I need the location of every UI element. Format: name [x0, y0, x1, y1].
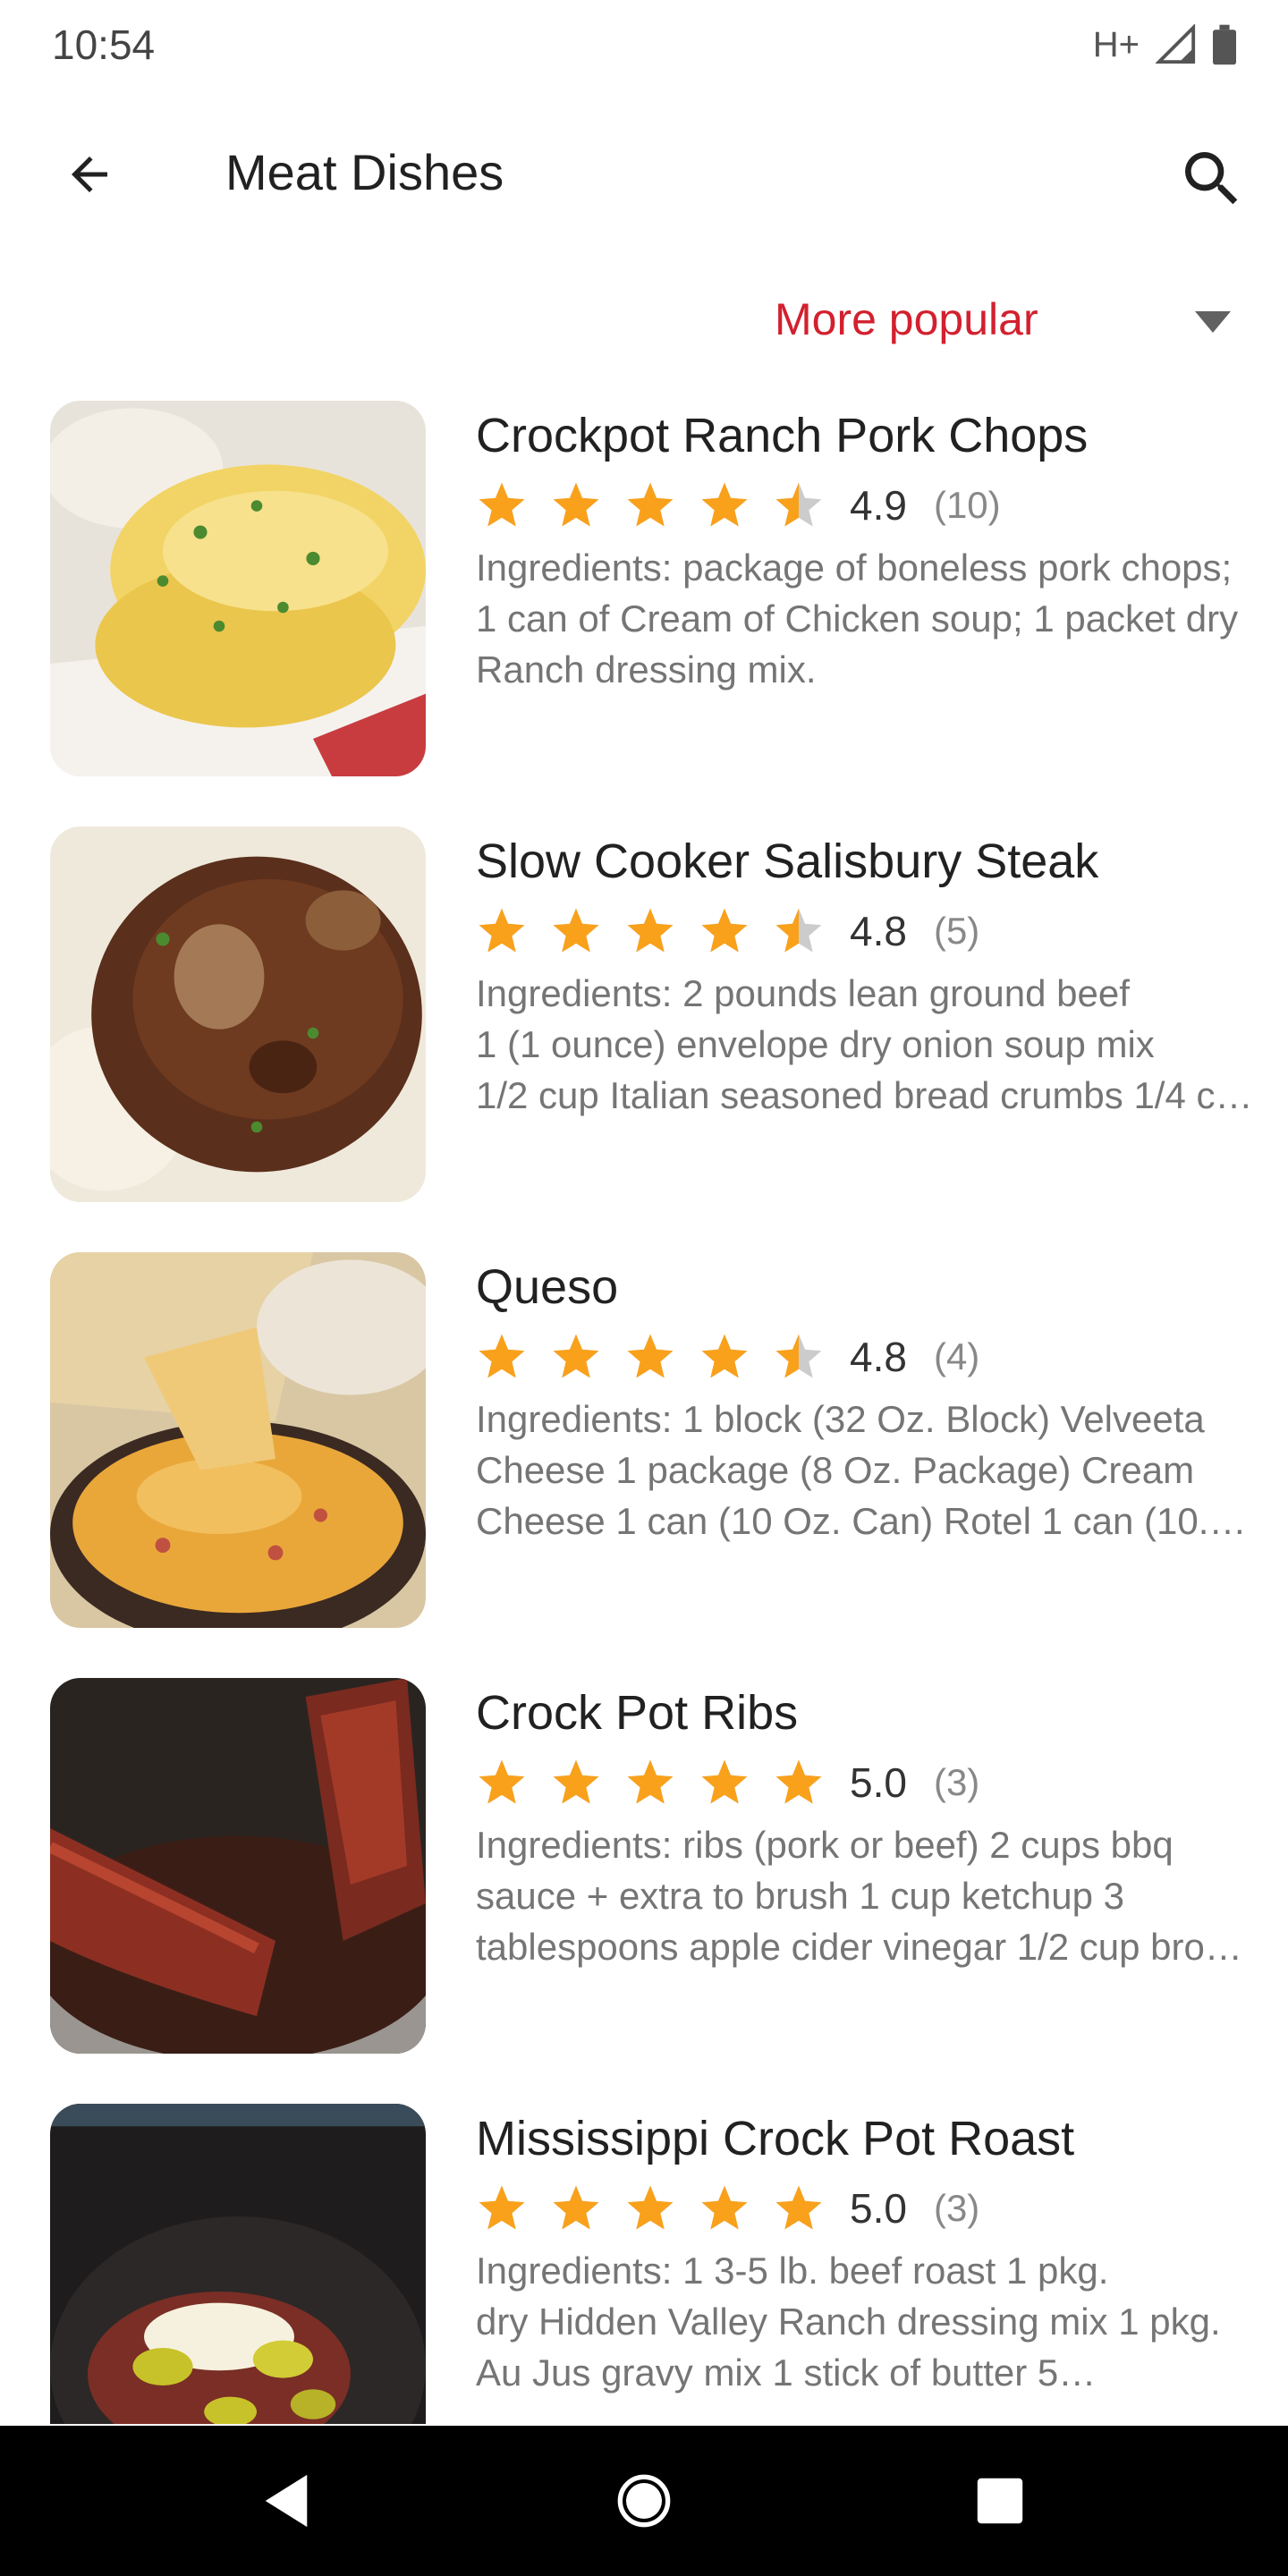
star-icon [701, 1759, 748, 1804]
star-rating [476, 1757, 825, 1809]
recipe-item[interactable]: Slow Cooker Salisbury Steak 4.8 (5) Ingr… [0, 810, 1288, 1236]
star-rating [476, 479, 825, 531]
recipe-item[interactable]: Crock Pot Ribs 5.0 (3) Ingredients: ribs… [0, 1662, 1288, 2088]
dropdown-arrow-icon [1195, 311, 1231, 333]
star-icon [701, 2185, 748, 2230]
star-icon [479, 1759, 525, 1804]
nav-home-icon[interactable] [615, 2472, 673, 2529]
recipe-item[interactable]: Queso 4.8 (4) Ingredients: 1 block (32 O… [0, 1236, 1288, 1662]
system-nav-bar [0, 2426, 1288, 2576]
recipe-item[interactable]: Crockpot Ranch Pork Chops 4.9 (10) Ingre… [0, 385, 1288, 810]
recipe-title: Queso [476, 1260, 619, 1314]
battery-icon [1213, 24, 1236, 65]
star-icon [627, 908, 674, 953]
star-icon [479, 2185, 525, 2230]
star-icon [553, 2185, 599, 2230]
star-icon [775, 2185, 822, 2230]
rating-count: (5) [933, 910, 980, 952]
status-icons: H+ [1093, 23, 1236, 66]
recipe-title: Crockpot Ranch Pork Chops [476, 409, 1089, 462]
recipe-thumbnail [50, 1252, 426, 1628]
recipe-description: Ingredients: 1 block (32 Oz. Block) Velv… [476, 1398, 1251, 1542]
search-button[interactable] [1172, 139, 1252, 219]
recipe-thumbnail [50, 826, 426, 1202]
star-icon [627, 1759, 674, 1804]
recipe-title: Mississippi Crock Pot Roast [476, 2112, 1075, 2165]
sort-dropdown[interactable]: More popular [0, 286, 1288, 358]
recipe-title: Slow Cooker Salisbury Steak [476, 835, 1099, 888]
star-icon [775, 908, 822, 953]
star-icon [627, 1334, 674, 1378]
star-rating [476, 2182, 825, 2234]
recipe-description: Ingredients: 1 3-5 lb. beef roast 1 pkg.… [476, 2250, 1221, 2394]
star-icon [553, 482, 599, 527]
status-bar: 10:54 H+ [0, 0, 1288, 89]
star-rating [476, 905, 825, 957]
rating-row: 5.0 (3) [476, 2177, 979, 2240]
star-icon [701, 908, 748, 953]
arrow-left-icon [72, 157, 107, 192]
nav-back-icon[interactable] [259, 2472, 313, 2529]
rating-value: 4.9 [850, 482, 907, 529]
star-icon [775, 1759, 822, 1804]
signal-icon [1156, 24, 1196, 64]
rating-count: (4) [933, 1335, 980, 1377]
star-icon [627, 482, 674, 527]
star-icon [553, 1334, 599, 1378]
star-icon [775, 482, 822, 527]
star-icon [479, 482, 525, 527]
star-icon [553, 1759, 599, 1804]
star-icon [701, 482, 748, 527]
recipe-thumbnail [50, 401, 426, 776]
search-icon [1185, 152, 1238, 205]
rating-count: (3) [933, 1761, 980, 1803]
star-icon [701, 1334, 748, 1378]
status-time: 10:54 [52, 21, 156, 68]
rating-row: 4.8 (4) [476, 1326, 979, 1388]
recipe-title: Crock Pot Ribs [476, 1686, 799, 1740]
back-button[interactable] [54, 139, 125, 210]
star-icon [479, 1334, 525, 1378]
network-type-label: H+ [1092, 24, 1140, 64]
star-icon [775, 1334, 822, 1378]
rating-row: 4.9 (10) [476, 474, 1001, 537]
star-icon [479, 908, 525, 953]
sort-label: More popular [775, 294, 1038, 344]
rating-value: 4.8 [850, 908, 907, 954]
rating-count: (3) [933, 2187, 980, 2229]
rating-row: 5.0 (3) [476, 1751, 979, 1814]
recipe-description: Ingredients: 2 pounds lean ground beef 1… [476, 972, 1258, 1116]
page-title: Meat Dishes [225, 144, 504, 200]
recipe-thumbnail [50, 2104, 426, 2424]
star-rating [476, 1331, 825, 1383]
star-icon [553, 908, 599, 953]
recipe-item[interactable]: Mississippi Crock Pot Roast 5.0 (3) Ingr… [0, 2088, 1288, 2424]
rating-value: 5.0 [850, 1759, 907, 1806]
rating-value: 5.0 [850, 2185, 907, 2232]
recipe-description: Ingredients: ribs (pork or beef) 2 cups … [476, 1824, 1253, 1968]
rating-value: 4.8 [850, 1334, 907, 1380]
recipe-thumbnail [50, 1678, 426, 2054]
recipe-list[interactable]: Crockpot Ranch Pork Chops 4.9 (10) Ingre… [0, 385, 1288, 2424]
recipe-description: Ingredients: package of boneless pork ch… [476, 547, 1239, 691]
rating-count: (10) [933, 484, 1001, 526]
nav-recents-icon[interactable] [975, 2476, 1025, 2526]
rating-row: 4.8 (5) [476, 900, 979, 962]
star-icon [627, 2185, 674, 2230]
app-bar: Meat Dishes [0, 98, 1288, 250]
